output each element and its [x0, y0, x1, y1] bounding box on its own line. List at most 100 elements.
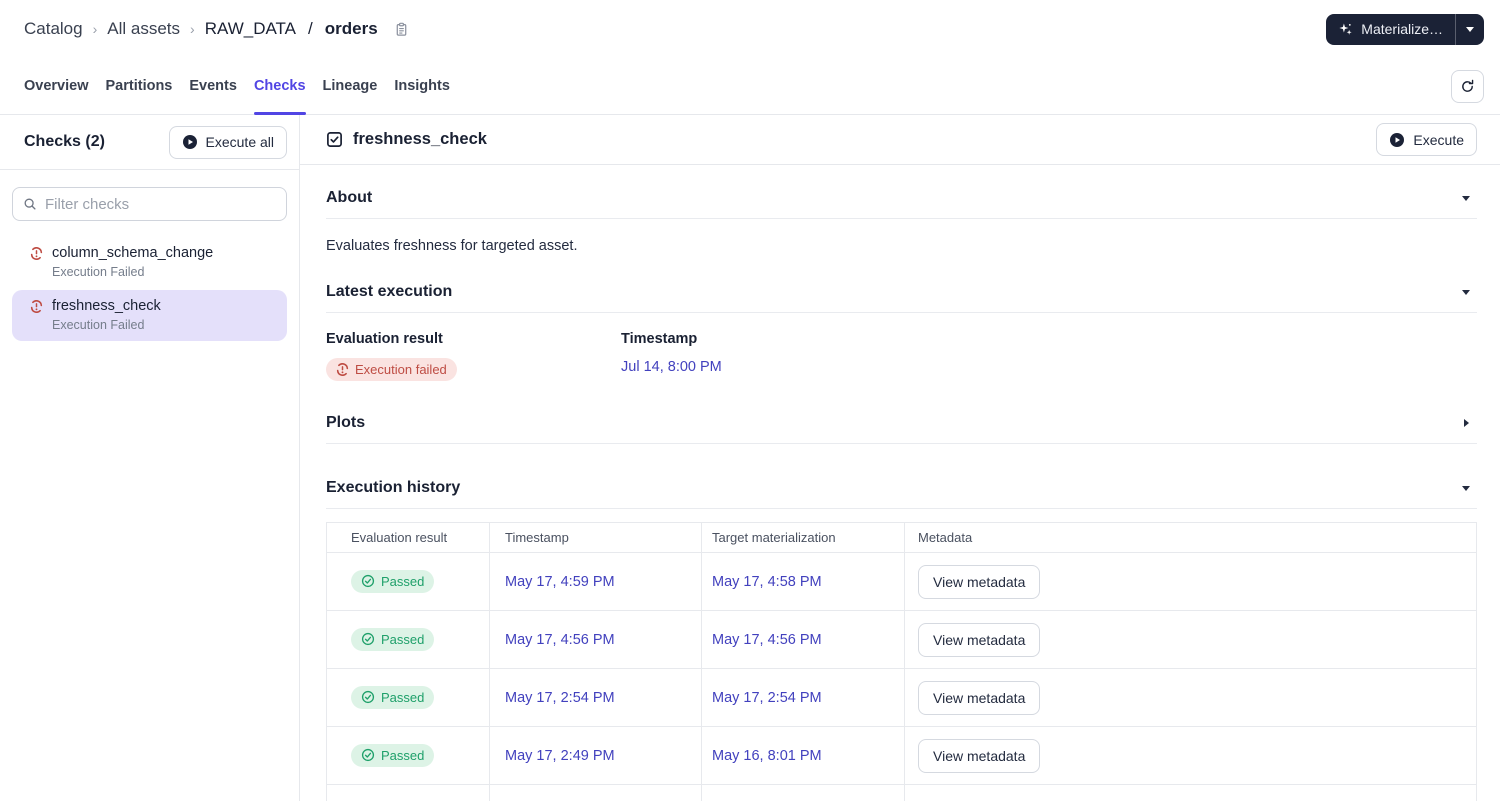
tab-checks[interactable]: Checks	[253, 58, 306, 115]
timestamp-link[interactable]: May 17, 2:54 PM	[505, 690, 615, 706]
refresh-button[interactable]	[1451, 69, 1484, 103]
divider	[326, 218, 1477, 219]
execution-failed-badge-label: Execution failed	[355, 362, 447, 377]
section-title-plots: Plots	[326, 414, 366, 431]
evaluation-result-label: Evaluation result	[326, 331, 443, 347]
breadcrumb-asset-name: orders	[324, 19, 378, 38]
execute-label: Execute	[1413, 131, 1464, 148]
section-about-head: About	[326, 187, 1477, 209]
breadcrumb: Catalog › All assets › RAW_DATA / orders	[24, 19, 409, 39]
check-name: freshness_check	[52, 298, 161, 314]
collapse-about-button[interactable]	[1455, 187, 1477, 209]
column-header-timestamp: Timestamp	[489, 522, 702, 553]
tab-partitions[interactable]: Partitions	[106, 58, 173, 114]
play-circle-icon	[182, 135, 197, 149]
section-about: About Evaluates freshness for targeted a…	[326, 187, 1477, 254]
timestamp-link[interactable]: May 17, 2:49 PM	[505, 748, 615, 764]
check-list-item-freshness-check[interactable]: freshness_check Execution Failed	[12, 290, 287, 341]
section-title-about: About	[326, 189, 373, 206]
timestamp-link[interactable]: May 17, 4:56 PM	[505, 632, 615, 648]
passed-badge-label: Passed	[381, 573, 425, 589]
filter-checks-input[interactable]	[45, 195, 276, 213]
chevron-down-icon	[1462, 195, 1470, 201]
check-name: column_schema_change	[52, 245, 214, 261]
section-plots: Plots	[326, 412, 1477, 444]
check-status: Execution Failed	[52, 318, 145, 332]
passed-badge: Passed	[351, 627, 435, 651]
timestamp-link[interactable]: May 17, 4:59 PM	[505, 574, 615, 590]
tab-overview[interactable]: Overview	[24, 58, 89, 114]
timestamp-field: Timestamp Jul 14, 8:00 PM	[621, 331, 722, 381]
latest-timestamp-link[interactable]: Jul 14, 8:00 PM	[621, 359, 722, 375]
execute-all-label: Execute all	[205, 134, 274, 150]
check-detail-body: About Evaluates freshness for targeted a…	[300, 165, 1500, 801]
asset-check-icon	[327, 132, 342, 147]
check-list-item-column-schema-change[interactable]: column_schema_change Execution Failed	[12, 237, 287, 288]
table-row-partial	[326, 784, 1477, 801]
check-circle-icon	[361, 691, 375, 704]
timestamp-label: Timestamp	[621, 331, 698, 347]
view-metadata-button[interactable]: View metadata	[918, 738, 1041, 773]
section-title-latest-execution: Latest execution	[326, 283, 453, 300]
passed-badge-label: Passed	[381, 747, 425, 763]
sidebar-header: Checks (2) Execute all	[0, 115, 299, 170]
check-circle-icon	[361, 575, 375, 588]
execution-history-table: Evaluation result Timestamp Target mater…	[326, 522, 1477, 801]
tab-insights[interactable]: Insights	[394, 58, 450, 114]
passed-badge-label: Passed	[381, 631, 425, 647]
column-header-target-materialization: Target materialization	[701, 522, 905, 553]
section-plots-head: Plots	[326, 412, 1477, 434]
materialize-button[interactable]: Materialize…	[1326, 14, 1455, 45]
target-materialization-link[interactable]: May 17, 4:56 PM	[712, 632, 822, 648]
breadcrumb-asset-group[interactable]: RAW_DATA	[205, 19, 296, 39]
search-icon	[24, 198, 36, 210]
view-metadata-button[interactable]: View metadata	[918, 622, 1041, 657]
table-row: Passed May 17, 4:59 PM May 17, 4:58 PM V…	[326, 552, 1477, 611]
view-metadata-button[interactable]: View metadata	[918, 680, 1041, 715]
section-latest-head: Latest execution	[326, 281, 1477, 303]
copy-asset-name-icon[interactable]	[394, 22, 409, 37]
tab-lineage[interactable]: Lineage	[323, 58, 378, 114]
materialize-split-button: Materialize…	[1326, 13, 1484, 45]
execution-failed-icon	[30, 246, 43, 260]
breadcrumb-separator-icon: ›	[190, 21, 195, 37]
collapse-execution-history-button[interactable]	[1455, 477, 1477, 499]
passed-badge: Passed	[351, 743, 435, 767]
tab-events[interactable]: Events	[189, 58, 237, 114]
top-bar: Catalog › All assets › RAW_DATA / orders…	[0, 0, 1500, 58]
section-history-head: Execution history	[326, 477, 1477, 499]
execute-all-button[interactable]: Execute all	[168, 125, 287, 159]
table-row: Passed May 17, 2:54 PM May 17, 2:54 PM V…	[326, 668, 1477, 727]
chevron-right-icon	[1463, 419, 1469, 427]
section-title-execution-history: Execution history	[326, 479, 461, 496]
checks-count-title: Checks (2)	[24, 133, 105, 150]
checks-sidebar: Checks (2) Execute all Filter checks col…	[0, 115, 300, 801]
breadcrumb-catalog[interactable]: Catalog	[24, 19, 83, 39]
asset-tabs-bar: Overview Partitions Events Checks Lineag…	[0, 58, 1500, 115]
check-list: column_schema_change Execution Failed fr…	[12, 237, 287, 341]
check-item-row: column_schema_change	[30, 245, 275, 261]
check-status: Execution Failed	[52, 265, 145, 279]
view-metadata-button[interactable]: View metadata	[918, 564, 1041, 599]
divider	[326, 508, 1477, 509]
section-execution-history: Execution history Evaluation result Time…	[326, 477, 1477, 801]
expand-plots-button[interactable]	[1455, 412, 1477, 434]
content: Checks (2) Execute all Filter checks col…	[0, 115, 1500, 801]
execution-failed-badge: Execution failed	[326, 358, 457, 381]
collapse-latest-execution-button[interactable]	[1455, 281, 1477, 303]
target-materialization-link[interactable]: May 16, 8:01 PM	[712, 748, 822, 764]
page-title: freshness_check	[353, 130, 487, 148]
caret-down-icon	[1466, 26, 1474, 32]
target-materialization-link[interactable]: May 17, 2:54 PM	[712, 690, 822, 706]
refresh-icon	[1462, 79, 1474, 92]
breadcrumb-all-assets[interactable]: All assets	[107, 19, 180, 39]
table-header-row: Evaluation result Timestamp Target mater…	[326, 522, 1477, 553]
target-materialization-link[interactable]: May 17, 4:58 PM	[712, 574, 822, 590]
column-header-evaluation-result: Evaluation result	[326, 522, 490, 553]
execute-button[interactable]: Execute	[1376, 123, 1477, 156]
check-title-wrap: freshness_check	[326, 130, 487, 149]
materialize-dropdown-button[interactable]	[1455, 13, 1484, 45]
sidebar-body: column_schema_change Execution Failed fr…	[0, 170, 299, 341]
section-latest-execution: Latest execution Evaluation result Execu…	[326, 281, 1477, 381]
check-item-row: freshness_check	[30, 298, 275, 314]
